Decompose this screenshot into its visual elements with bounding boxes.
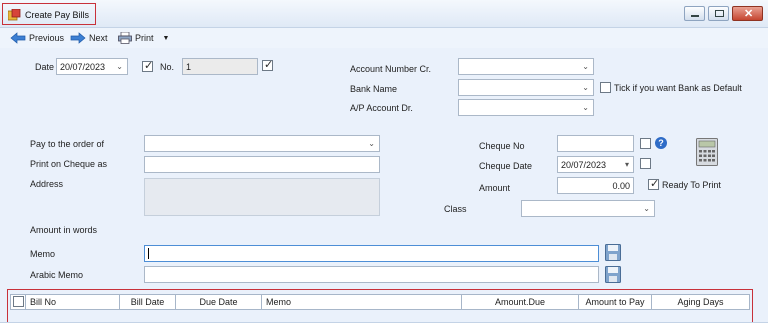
amount-label: Amount — [479, 183, 511, 193]
maximize-icon — [715, 10, 724, 17]
bank-name-select[interactable]: ⌄ — [458, 79, 594, 96]
column-amount-to-pay[interactable]: Amount to Pay — [579, 295, 652, 309]
cheque-no-checkbox[interactable] — [640, 138, 651, 149]
class-label: Class — [444, 204, 467, 214]
arabic-memo-input[interactable] — [144, 266, 599, 283]
previous-label: Previous — [29, 33, 65, 43]
bank-default-checkbox[interactable] — [600, 82, 611, 93]
close-icon: ✕ — [744, 8, 754, 20]
no-label: No. — [160, 62, 175, 72]
chevron-down-icon: ⌄ — [643, 204, 650, 213]
help-icon[interactable]: ? — [655, 137, 667, 149]
amount-value: 0.00 — [612, 181, 630, 191]
column-bill-no[interactable]: Bill No — [26, 295, 120, 309]
ap-account-label: A/P Account Dr. — [350, 103, 413, 113]
date-picker[interactable]: 20/07/2023 ⌄ — [56, 58, 128, 75]
select-all-checkbox[interactable] — [13, 296, 24, 307]
check-icon: ✓ — [264, 59, 274, 71]
bank-default-label: Tick if you want Bank as Default — [614, 83, 742, 93]
chevron-down-icon: ⌄ — [582, 103, 589, 112]
cheque-date-checkbox[interactable] — [640, 158, 651, 169]
pay-to-label: Pay to the order of — [30, 139, 105, 149]
maximize-button[interactable] — [708, 6, 729, 21]
date-label: Date — [35, 62, 55, 72]
ready-to-print-label: Ready To Print — [662, 180, 721, 190]
memo-input[interactable] — [144, 245, 599, 262]
bills-grid-header: Bill No Bill Date Due Date Memo Amount.D… — [10, 294, 750, 310]
chevron-down-icon[interactable]: ▼ — [163, 35, 170, 42]
print-label: Print — [135, 33, 154, 43]
amount-input[interactable]: 0.00 — [557, 177, 634, 194]
column-memo[interactable]: Memo — [262, 295, 462, 309]
minimize-button[interactable] — [684, 6, 705, 21]
bank-name-label: Bank Name — [350, 84, 398, 94]
calculator-icon[interactable] — [696, 138, 718, 166]
amount-words-label: Amount in words — [30, 225, 98, 235]
column-due-date[interactable]: Due Date — [176, 295, 262, 309]
cheque-date-value: 20/07/2023 — [561, 160, 607, 170]
minimize-icon — [691, 15, 699, 17]
previous-button[interactable]: Previous — [10, 31, 64, 45]
calendar-dropdown-icon: ▾ — [624, 160, 629, 169]
check-icon: ✓ — [144, 60, 154, 72]
column-amount-due[interactable]: Amount.Due — [462, 295, 579, 309]
pay-to-select[interactable]: ⌄ — [144, 135, 380, 152]
column-aging-days[interactable]: Aging Days — [652, 295, 749, 309]
column-bill-date[interactable]: Bill Date — [120, 295, 176, 309]
number-field[interactable]: 1 — [182, 58, 258, 75]
chevron-down-icon: ⌄ — [582, 62, 589, 71]
chevron-down-icon: ⌄ — [116, 62, 123, 71]
date-checkbox[interactable]: ✓ — [142, 60, 154, 72]
window-title: Create Pay Bills — [25, 10, 90, 20]
memo-label: Memo — [30, 249, 56, 259]
account-number-label: Account Number Cr. — [350, 64, 432, 74]
toolbar — [0, 28, 768, 48]
app-icon — [8, 9, 21, 21]
ready-to-print-checkbox[interactable]: ✓ — [648, 178, 660, 190]
next-label: Next — [89, 33, 108, 43]
chevron-down-icon: ⌄ — [582, 83, 589, 92]
number-value: 1 — [186, 62, 192, 72]
chevron-down-icon: ⌄ — [368, 139, 375, 148]
ap-account-select[interactable]: ⌄ — [458, 99, 594, 116]
cheque-no-input[interactable] — [557, 135, 634, 152]
arrow-left-icon — [10, 32, 26, 44]
save-icon[interactable] — [605, 244, 621, 261]
select-all-cell — [11, 295, 26, 309]
title-bar — [0, 0, 768, 28]
arrow-right-icon — [70, 32, 86, 44]
class-select[interactable]: ⌄ — [521, 200, 655, 217]
text-cursor — [148, 248, 149, 259]
close-button[interactable]: ✕ — [732, 6, 763, 21]
number-checkbox[interactable]: ✓ — [262, 59, 274, 71]
printer-icon — [118, 32, 132, 44]
print-button[interactable]: Print ▼ — [118, 31, 169, 45]
arabic-memo-label: Arabic Memo — [30, 270, 84, 280]
address-textarea[interactable] — [144, 178, 380, 216]
print-cheque-label: Print on Cheque as — [30, 159, 108, 169]
cheque-date-picker[interactable]: 20/07/2023 ▾ — [557, 156, 634, 173]
next-button[interactable]: Next — [70, 31, 108, 45]
date-value: 20/07/2023 — [60, 62, 106, 72]
address-label: Address — [30, 179, 64, 189]
account-number-select[interactable]: ⌄ — [458, 58, 594, 75]
save-icon[interactable] — [605, 266, 621, 283]
cheque-no-label: Cheque No — [479, 141, 525, 151]
check-icon: ✓ — [650, 178, 660, 190]
print-cheque-input[interactable] — [144, 156, 380, 173]
cheque-date-label: Cheque Date — [479, 161, 533, 171]
